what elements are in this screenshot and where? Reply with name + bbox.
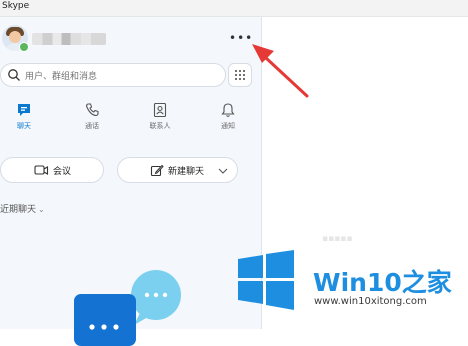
watermark-url: www.win10xitong.com: [314, 296, 427, 307]
watermark-brand: Win10之家: [313, 263, 452, 299]
watermark-brand-suffix: 之家: [401, 268, 452, 297]
watermark-brand-main: Win10: [313, 268, 402, 297]
windows-logo-icon: [238, 250, 294, 310]
faded-background-text: ▪▪▪▪▪: [322, 234, 353, 244]
